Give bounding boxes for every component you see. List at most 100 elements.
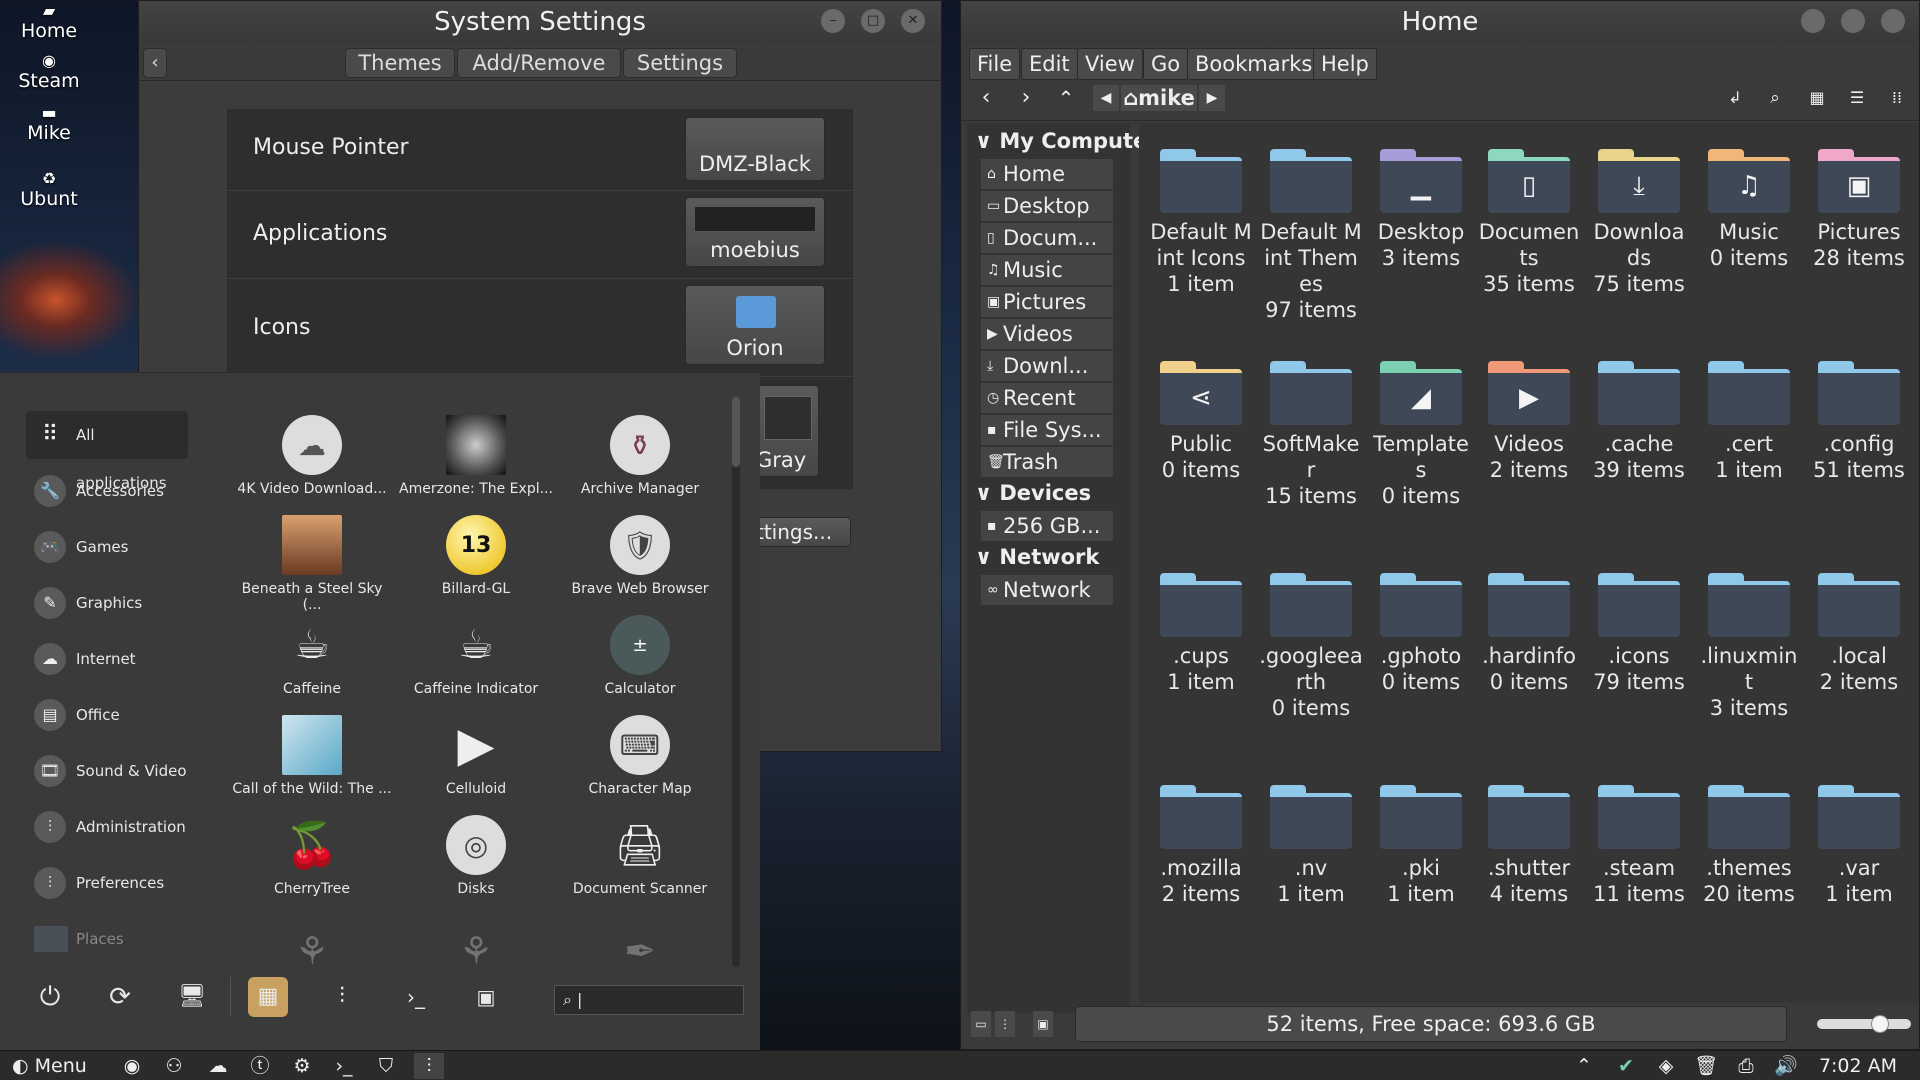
file-item-dot-nv[interactable]: .nv 1 item [1259, 785, 1363, 907]
sidebar-item-documents[interactable]: ▯ Docum... [981, 223, 1113, 253]
sliders-icon[interactable]: ⫶ [322, 977, 362, 1017]
category-office[interactable]: ▤ Office [26, 691, 188, 739]
desktop-icon-ubuntu[interactable]: ♻ Ubunt [0, 170, 98, 211]
close-button[interactable] [1881, 9, 1905, 33]
sidebar-item-downloads[interactable]: ⤓ Downl... [981, 351, 1113, 381]
launcher-sliders-icon[interactable]: ⫶ [414, 1053, 444, 1079]
search-icon[interactable]: ⌕ [1761, 85, 1789, 111]
file-item-dot-cups[interactable]: .cups 1 item [1149, 573, 1253, 695]
app-archive-manager[interactable]: ⚱ Archive Manager [560, 415, 720, 497]
menu-edit[interactable]: Edit [1021, 48, 1078, 80]
forward-nav-button[interactable]: › [1011, 85, 1041, 111]
tray-trash-icon[interactable]: 🗑 [1692, 1053, 1720, 1079]
maximize-button[interactable] [1841, 9, 1865, 33]
app-document-scanner[interactable]: 🖨 Document Scanner [560, 815, 720, 898]
sidebar-item-home[interactable]: ⌂ Home [981, 159, 1113, 189]
applications-theme-button[interactable]: moebius [685, 197, 825, 267]
app-caffeine[interactable]: ☕ Caffeine [232, 615, 392, 697]
tray-printer-icon[interactable]: ⎙ [1732, 1053, 1760, 1079]
lock-screen-icon[interactable]: 🖥 [172, 977, 212, 1017]
tray-nvidia-icon[interactable]: ◈ [1652, 1053, 1680, 1079]
tray-arrow-up-icon[interactable]: ⌃ [1570, 1053, 1598, 1079]
menu-file[interactable]: File [969, 48, 1021, 80]
file-item-dot-local[interactable]: .local 2 items [1807, 573, 1911, 695]
app-caffeine-indicator[interactable]: ☕ Caffeine Indicator [396, 615, 556, 697]
app-disks[interactable]: ◎ Disks [396, 815, 556, 897]
sidebar-item-file-system[interactable]: ▪ File Sys... [981, 415, 1113, 445]
tab-settings[interactable]: Settings [623, 48, 737, 78]
launcher-4k-icon[interactable]: ◉ [118, 1053, 146, 1079]
app-character-map[interactable]: ⌨ Character Map [560, 715, 720, 797]
close-button[interactable]: ✕ [901, 9, 925, 33]
file-item-dot-mozilla[interactable]: .mozilla 2 items [1149, 785, 1253, 907]
app-drawing[interactable]: ✒ [560, 921, 720, 987]
category-all-applications[interactable]: ⠿ All applications [26, 411, 188, 492]
file-item-dot-shutter[interactable]: .shutter 4 items [1477, 785, 1581, 907]
category-places[interactable]: Places [26, 915, 188, 963]
settings-titlebar[interactable]: System Settings – □ ✕ [139, 1, 941, 43]
tray-volume-icon[interactable]: 🔊 [1772, 1053, 1800, 1079]
zoom-slider[interactable] [1817, 1015, 1911, 1033]
sidebar-item-desktop[interactable]: ▭ Desktop [981, 191, 1113, 221]
up-nav-button[interactable]: ⌃ [1051, 85, 1081, 111]
file-item-default-mint-themes[interactable]: Default Mint Themes 97 items [1259, 149, 1363, 323]
app-calculator[interactable]: ± Calculator [560, 615, 720, 697]
file-item-default-mint-icons[interactable]: Default Mint Icons 1 item [1149, 149, 1253, 297]
category-preferences[interactable]: ⫶ Preferences [26, 859, 188, 907]
tray-shield-icon[interactable]: ✔ [1612, 1053, 1640, 1079]
launcher-brave-icon[interactable]: ⛉ [372, 1053, 400, 1079]
app-beneath-a-steel-sky[interactable]: Beneath a Steel Sky (... [232, 515, 392, 613]
app-cherrytree[interactable]: 🍒 CherryTree [232, 815, 392, 897]
app-4k-video-downloader[interactable]: ☁ 4K Video Download... [232, 415, 392, 497]
terminal-icon[interactable]: ›_ [396, 977, 436, 1017]
sidebar-item-network[interactable]: ∞ Network [981, 575, 1113, 605]
file-item-dot-steam[interactable]: .steam 11 items [1587, 785, 1691, 907]
sidebar-header-devices[interactable]: ∨ Devices [975, 481, 1091, 505]
mouse-pointer-button[interactable]: DMZ-Black [685, 117, 825, 181]
file-item-dot-themes[interactable]: .themes 20 items [1697, 785, 1801, 907]
app-celluloid[interactable]: ▶ Celluloid [396, 715, 556, 797]
category-accessories[interactable]: 🔧 Accessories [26, 467, 188, 515]
file-item-dot-var[interactable]: .var 1 item [1807, 785, 1911, 907]
category-internet[interactable]: ☁ Internet [26, 635, 188, 683]
file-item-dot-linuxmint[interactable]: .linuxmint 3 items [1697, 573, 1801, 721]
category-graphics[interactable]: ✎ Graphics [26, 579, 188, 627]
sidebar-item-pictures[interactable]: ▣ Pictures [981, 287, 1113, 317]
launcher-settings-icon[interactable]: ⚙ [288, 1053, 316, 1079]
file-item-music[interactable]: ♫ Music 0 items [1697, 149, 1801, 271]
file-item-dot-cert[interactable]: .cert 1 item [1697, 361, 1801, 483]
maximize-button[interactable]: □ [861, 9, 885, 33]
path-left-arrow[interactable]: ◀ [1093, 85, 1119, 111]
file-item-dot-gphoto[interactable]: .gphoto 0 items [1369, 573, 1473, 695]
back-button[interactable]: ‹ [143, 48, 167, 78]
menu-search-input[interactable]: ⌕ | [554, 985, 744, 1015]
clock[interactable]: 7:02 AM [1808, 1053, 1908, 1079]
sidebar-item-recent[interactable]: ◷ Recent [981, 383, 1113, 413]
show-places-button[interactable]: ▭ [971, 1011, 991, 1037]
sidebar-item-videos[interactable]: ▶ Videos [981, 319, 1113, 349]
back-nav-button[interactable]: ‹ [971, 85, 1001, 111]
launcher-cloud-icon[interactable]: ☁ [204, 1053, 232, 1079]
path-button-mike[interactable]: ⌂mike [1121, 85, 1197, 111]
toggle-location-icon[interactable]: ↲ [1721, 85, 1749, 111]
menu-help[interactable]: Help [1313, 48, 1377, 80]
menu-button[interactable]: ◐ Menu [12, 1053, 110, 1079]
package-icon[interactable]: ▦ [248, 977, 288, 1017]
more-settings-button[interactable]: ttings... [755, 517, 851, 547]
file-item-dot-googleearth[interactable]: .googleearth 0 items [1259, 573, 1363, 721]
file-item-pictures[interactable]: ▣ Pictures 28 items [1807, 149, 1911, 271]
file-item-desktop[interactable]: ▁ Desktop 3 items [1369, 149, 1473, 271]
file-item-documents[interactable]: ▯ Documents 35 items [1477, 149, 1581, 297]
launcher-users-icon[interactable]: ⚇ [160, 1053, 188, 1079]
hide-sidebar-button[interactable]: ▣ [1033, 1011, 1053, 1037]
logout-icon[interactable]: ⟳ [100, 977, 140, 1017]
file-item-dot-icons[interactable]: .icons 79 items [1587, 573, 1691, 695]
shutdown-icon[interactable]: ⏻ [30, 977, 70, 1017]
show-treeview-button[interactable]: ⋮ [995, 1011, 1015, 1037]
menu-bookmarks[interactable]: Bookmarks [1187, 48, 1321, 80]
sidebar-header-network[interactable]: ∨ Network [975, 545, 1099, 569]
compact-view-icon[interactable]: ⁞⁞ [1883, 85, 1911, 111]
menu-scrollbar[interactable] [732, 397, 740, 967]
menu-view[interactable]: View [1077, 48, 1143, 80]
desktop-theme-button[interactable]: Gray [755, 385, 819, 477]
